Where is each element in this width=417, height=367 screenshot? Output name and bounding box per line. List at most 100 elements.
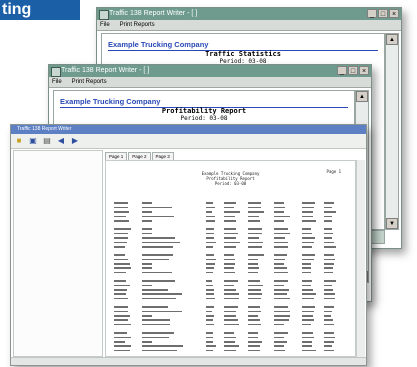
menu-file[interactable]: File: [52, 77, 62, 87]
table-cell: [142, 258, 170, 261]
menu-print-reports[interactable]: Print Reports: [120, 20, 155, 30]
table-cell: [224, 263, 235, 265]
table-cell: [224, 237, 237, 239]
table-cell: [114, 271, 127, 274]
table-cell: [114, 211, 129, 213]
table-cell: [324, 349, 335, 352]
folder-icon[interactable]: ■: [14, 136, 24, 146]
table-cell: [224, 310, 236, 313]
scroll-up-icon[interactable]: ▲: [386, 34, 398, 45]
table-cell: [248, 340, 263, 343]
table-cell: [324, 306, 334, 308]
table-cell: [324, 263, 334, 265]
table-cell: [142, 340, 152, 343]
report-header: Example Trucking Company Profitability R…: [106, 171, 355, 186]
table-cell: [142, 202, 152, 204]
table-cell: [114, 215, 127, 218]
vertical-scrollbar[interactable]: [356, 160, 365, 357]
save-icon[interactable]: ▣: [28, 136, 38, 146]
report-period: Period: 03-08: [180, 115, 228, 122]
table-cell: [324, 280, 336, 282]
table-cell: [224, 306, 238, 308]
table-cell: [248, 245, 262, 248]
menu-file[interactable]: File: [100, 20, 110, 30]
table-cell: [248, 206, 261, 209]
window-titlebar[interactable]: Traffic 138 Report Writer - [ ] _ □ ×: [97, 8, 401, 20]
table-cell: [274, 254, 287, 256]
tab-page-3[interactable]: Page 3: [151, 152, 174, 160]
table-cell: [206, 241, 216, 244]
maximize-icon[interactable]: □: [378, 9, 388, 18]
table-cell: [274, 336, 285, 339]
table-cell: [274, 232, 290, 235]
table-cell: [302, 206, 315, 209]
table-cell: [324, 271, 334, 274]
table-cell: [274, 219, 285, 222]
tree-node[interactable]: [14, 229, 102, 234]
table-cell: [206, 202, 213, 204]
window-title: Traffic 138 Report Writer - [ ]: [61, 67, 150, 74]
table-cell: [324, 211, 336, 213]
window-titlebar[interactable]: Traffic 138 Report Writer - [ ] _ □ ×: [49, 65, 371, 77]
table-cell: [248, 297, 262, 300]
table-cell: [324, 254, 335, 256]
table-cell: [248, 271, 258, 274]
table-cell: [248, 332, 258, 334]
table-cell: [224, 232, 238, 235]
table-cell: [114, 258, 129, 261]
table-cell: [224, 202, 237, 204]
forward-arrow-icon[interactable]: ▶: [70, 136, 80, 146]
menu-print-reports[interactable]: Print Reports: [72, 77, 107, 87]
table-cell: [142, 254, 174, 256]
minimize-icon[interactable]: _: [337, 66, 347, 75]
table-cell: [324, 232, 334, 235]
close-icon[interactable]: ×: [389, 9, 399, 18]
table-cell: [114, 297, 128, 300]
table-cell: [206, 271, 213, 274]
report-title: Profitability Report: [161, 107, 247, 115]
report-tree[interactable]: [13, 150, 103, 357]
scroll-down-icon[interactable]: ▼: [386, 218, 398, 229]
table-cell: [324, 332, 334, 334]
back-arrow-icon[interactable]: ◀: [56, 136, 66, 146]
table-cell: [224, 336, 237, 339]
table-cell: [248, 310, 261, 313]
table-cell: [206, 254, 214, 256]
tab-page-1[interactable]: Page 1: [105, 152, 128, 160]
table-cell: [274, 293, 287, 296]
table-cell: [224, 289, 236, 291]
table-cell: [274, 319, 290, 321]
minimize-icon[interactable]: _: [367, 9, 377, 18]
table-cell: [302, 336, 315, 339]
table-cell: [274, 289, 290, 291]
table-cell: [248, 306, 261, 308]
table-cell: [224, 340, 236, 343]
app-icon: [51, 67, 61, 77]
print-icon[interactable]: ▤: [42, 136, 52, 146]
vertical-scrollbar[interactable]: ▲ ▼: [385, 33, 399, 230]
tab-page-2[interactable]: Page 2: [128, 152, 151, 160]
scroll-up-icon[interactable]: ▲: [356, 91, 368, 102]
table-cell: [206, 297, 216, 300]
report-period: Period: 03-08: [214, 181, 247, 186]
table-cell: [324, 215, 333, 218]
table-cell: [224, 215, 236, 218]
table-cell: [114, 345, 132, 347]
table-cell: [206, 293, 214, 296]
table-cell: [114, 336, 132, 339]
table-cell: [142, 349, 178, 352]
table-cell: [302, 215, 313, 218]
maximize-icon[interactable]: □: [348, 66, 358, 75]
table-cell: [302, 332, 313, 334]
status-bar: [11, 357, 366, 365]
table-cell: [114, 332, 127, 334]
table-cell: [224, 323, 240, 326]
table-cell: [224, 241, 240, 244]
window-titlebar[interactable]: Traffic 138 Report Writer: [11, 125, 366, 134]
table-cell: [224, 267, 234, 270]
table-cell: [302, 258, 315, 261]
table-cell: [114, 202, 129, 204]
table-cell: [302, 340, 312, 343]
table-cell: [224, 284, 235, 287]
close-icon[interactable]: ×: [359, 66, 369, 75]
